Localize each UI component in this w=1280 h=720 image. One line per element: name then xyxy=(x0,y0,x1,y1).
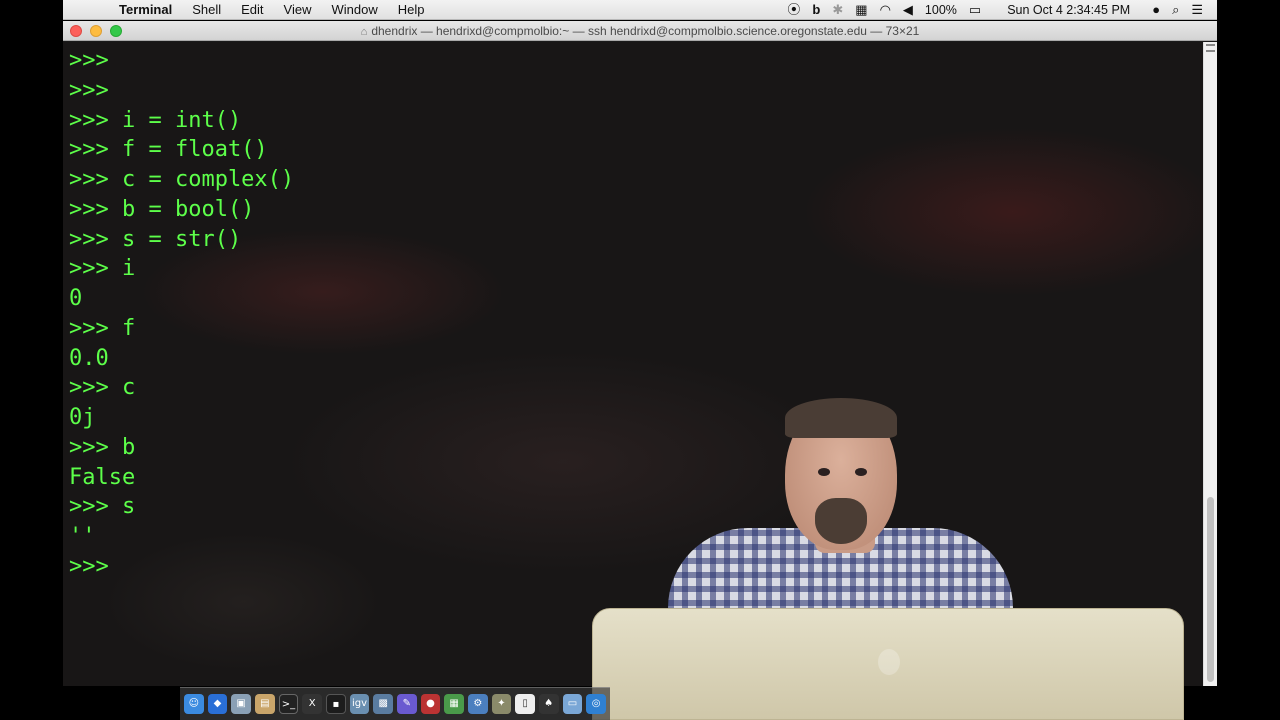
document-icon[interactable]: ▯ xyxy=(515,694,535,714)
terminal-line: >>> xyxy=(69,48,109,73)
b-app-icon[interactable]: b xyxy=(806,0,826,20)
photo-icon[interactable]: ▩ xyxy=(373,694,393,714)
tools-icon[interactable]: ✦ xyxy=(491,694,512,714)
scroll-grip-icon[interactable] xyxy=(1206,44,1215,52)
molecule-icon[interactable]: ● xyxy=(420,694,441,714)
game-icon[interactable]: ♠ xyxy=(538,694,559,714)
terminal-icon[interactable]: >_ xyxy=(278,694,299,714)
wifi-icon[interactable]: ◠ xyxy=(874,0,897,20)
console-icon[interactable]: ▪ xyxy=(325,694,346,714)
display-icon[interactable]: ▭ xyxy=(562,694,583,714)
preview-icon[interactable]: ▣ xyxy=(231,694,251,714)
presenter-video xyxy=(590,398,1200,720)
menu-help[interactable]: Help xyxy=(388,0,435,20)
laptop-logo-icon xyxy=(878,649,900,675)
chart-icon[interactable]: ▦ xyxy=(444,694,464,714)
menu-edit[interactable]: Edit xyxy=(231,0,273,20)
menu-terminal[interactable]: Terminal xyxy=(109,0,182,20)
battery-icon[interactable]: ▭ xyxy=(963,0,987,20)
igv-icon[interactable]: igv xyxy=(349,694,370,714)
home-folder-icon: ⌂ xyxy=(360,26,368,38)
title-bar[interactable]: ⌂ dhendrix — hendrixd@compmolbio:~ — ssh … xyxy=(63,21,1217,41)
scroll-thumb[interactable] xyxy=(1207,497,1214,682)
status-area: ⦿ b ✱ ▦ ◠ ◀ 100% ▭ Sun Oct 4 2:34:45 PM … xyxy=(781,0,1217,20)
terminal-line: >>> c = complex() xyxy=(69,167,295,192)
terminal-line: >>> f = float() xyxy=(69,137,268,163)
terminal-line: >>> s = str() xyxy=(69,226,242,252)
menu-view[interactable]: View xyxy=(274,0,322,20)
terminal-line: >>> i xyxy=(69,256,136,282)
menu-shell[interactable]: Shell xyxy=(182,0,231,20)
xcode-icon[interactable]: ✎ xyxy=(397,694,417,714)
spotlight-search-icon[interactable]: ⌕ xyxy=(1166,0,1185,20)
finder-icon[interactable]: ☺ xyxy=(184,694,204,714)
laptop xyxy=(592,608,1184,720)
terminal-line: 0.0 xyxy=(69,345,109,371)
presenter-eye xyxy=(855,468,867,476)
presenter-eye xyxy=(818,468,830,476)
menu-bar: Terminal Shell Edit View Window Help ⦿ b… xyxy=(63,0,1217,20)
terminal-line: 0 xyxy=(69,286,83,311)
terminal-line: >>> xyxy=(69,77,109,103)
terminal-line: >>> b = bool() xyxy=(69,196,255,222)
clock[interactable]: Sun Oct 4 2:34:45 PM xyxy=(1001,0,1136,20)
notification-center-icon[interactable]: ☰ xyxy=(1185,0,1209,20)
x11-icon[interactable]: X xyxy=(302,694,322,714)
settings-icon[interactable]: ⚙ xyxy=(467,694,488,714)
window-title: dhendrix — hendrixd@compmolbio:~ — ssh h… xyxy=(371,24,920,38)
keyboard-icon[interactable]: ▦ xyxy=(849,0,873,20)
presenter-hair xyxy=(785,398,897,438)
bluetooth-icon[interactable]: ✱ xyxy=(826,0,849,20)
scrollbar[interactable] xyxy=(1203,42,1217,686)
record-icon[interactable]: ⦿ xyxy=(781,0,806,20)
volume-icon[interactable]: ◀ xyxy=(897,0,919,20)
safari-icon[interactable]: ◎ xyxy=(586,694,606,714)
notes-icon[interactable]: ▤ xyxy=(254,694,275,714)
battery-percent[interactable]: 100% xyxy=(919,0,963,20)
dock: ☺ ◆ ▣ ▤ >_ X ▪ igv ▩ ✎ ● ▦ ⚙ ✦ ▯ ♠ ▭ ◎ xyxy=(180,687,610,720)
menu-window[interactable]: Window xyxy=(322,0,388,20)
presenter-beard xyxy=(815,498,867,544)
dropbox-icon[interactable]: ◆ xyxy=(207,694,228,714)
user-icon[interactable]: ● xyxy=(1146,0,1166,20)
terminal-line: >>> f xyxy=(69,315,136,341)
terminal-line: >>> i = int() xyxy=(69,107,242,133)
